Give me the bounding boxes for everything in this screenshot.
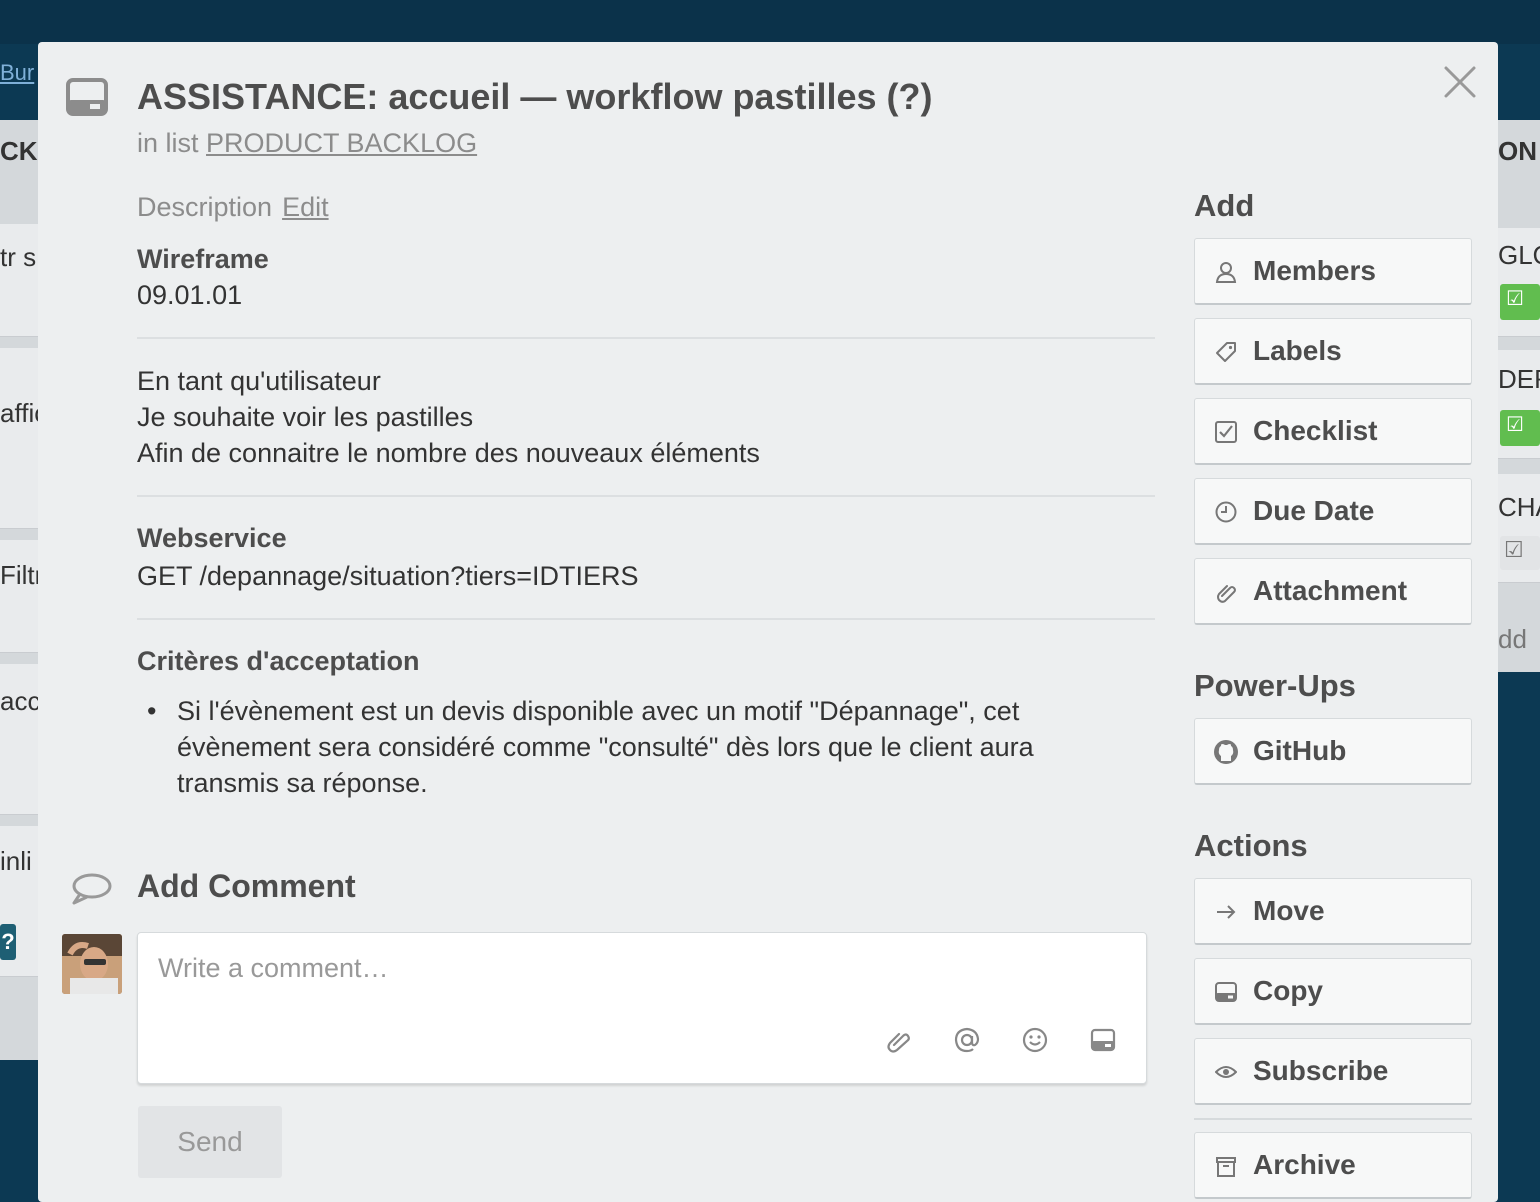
copy-label: Copy (1253, 975, 1323, 1006)
paperclip-icon (1217, 585, 1236, 603)
background-list-left-title: CKL (0, 136, 40, 166)
card-description: Description Edit Wireframe 09.01.01 En ta… (137, 192, 1155, 801)
add-comment-heading: Add Comment (137, 868, 356, 904)
labels-button[interactable]: Labels (1194, 318, 1472, 385)
checkbox-icon: ☑ (1506, 414, 1524, 436)
background-list-right-title: ON (1498, 136, 1537, 166)
story-line: Afin de connaitre le nombre des nouveaux… (137, 438, 760, 468)
story-line: Je souhaite voir les pastilles (137, 402, 474, 432)
tag-icon (1216, 342, 1236, 362)
checklist-label: Checklist (1253, 415, 1378, 446)
speech-bubble-icon (72, 873, 112, 905)
background-card-text: inli (0, 846, 32, 876)
checkbox-icon (1215, 421, 1237, 443)
clock-icon (1215, 501, 1237, 523)
subscribe-label: Subscribe (1253, 1055, 1389, 1086)
github-button[interactable]: GitHub (1194, 718, 1472, 785)
question-badge: ? (0, 924, 16, 960)
members-button[interactable]: Members (1194, 238, 1472, 305)
avatar[interactable] (62, 934, 122, 994)
actions-heading: Actions (1194, 828, 1308, 863)
divider (137, 495, 1155, 497)
criteria-line: Si l'évènement est un devis disponible a… (177, 696, 1020, 726)
divider (137, 337, 1155, 339)
card-icon (66, 78, 108, 116)
background-card-text: tr s (0, 242, 37, 272)
archive-icon (1216, 1157, 1236, 1177)
move-label: Move (1253, 895, 1325, 926)
checkbox-icon: ☑ (1504, 537, 1524, 562)
background-card[interactable]: affic (0, 348, 40, 529)
background-card-text: acc (0, 686, 40, 716)
divider (1194, 1118, 1472, 1120)
checklist-badge: ☑ (1500, 536, 1540, 570)
board-header (0, 0, 1540, 44)
background-card-text: CHA (1498, 492, 1540, 522)
person-icon (1215, 262, 1237, 283)
card-list-info: in list PRODUCT BACKLOG (137, 128, 477, 159)
close-icon[interactable] (1440, 62, 1480, 102)
archive-label: Archive (1253, 1149, 1356, 1180)
checklist-badge: ☑ (1500, 410, 1540, 446)
criteria-line: transmis sa réponse. (177, 768, 428, 798)
members-label: Members (1253, 255, 1376, 286)
labels-label: Labels (1253, 335, 1342, 366)
comment-composer[interactable]: Write a comment… (137, 932, 1147, 1084)
subscribe-button[interactable]: Subscribe (1194, 1038, 1472, 1105)
description-header: Description Edit (137, 192, 1155, 232)
background-card[interactable]: Filtr (0, 540, 40, 653)
wireframe-heading: Wireframe (137, 244, 269, 274)
github-icon (1214, 740, 1238, 764)
send-button[interactable]: Send (138, 1106, 282, 1178)
description-label: Description (137, 192, 273, 222)
copy-button[interactable]: Copy (1194, 958, 1472, 1025)
arrow-right-icon (1217, 905, 1236, 919)
card-icon[interactable] (1090, 1027, 1116, 1053)
checklist-badge: ☑ (1500, 284, 1540, 320)
wireframe-value: 09.01.01 (137, 280, 243, 310)
move-button[interactable]: Move (1194, 878, 1472, 945)
background-card-text: Filtr (0, 560, 40, 590)
archive-button[interactable]: Archive (1194, 1132, 1472, 1199)
attachment-button[interactable]: Attachment (1194, 558, 1472, 625)
webservice-heading: Webservice (137, 523, 287, 553)
criteria-heading: Critères d'acceptation (137, 646, 420, 676)
card-icon (1215, 982, 1237, 1002)
background-card[interactable]: acc (0, 664, 40, 815)
background-card-text: DER (1498, 364, 1540, 394)
criteria-list-item: • Si l'évènement est un devis disponible… (137, 693, 1155, 801)
edit-description-link[interactable]: Edit (282, 192, 329, 222)
eye-icon (1215, 1066, 1237, 1078)
github-label: GitHub (1253, 735, 1347, 766)
background-card[interactable]: GLO (1498, 228, 1540, 337)
power-ups-heading: Power-Ups (1194, 668, 1356, 703)
emoji-icon[interactable] (1022, 1027, 1048, 1053)
background-card-text: affic (0, 398, 40, 428)
background-card-text: GLO (1498, 240, 1540, 270)
webservice-value: GET /depannage/situation?tiers=IDTIERS (137, 561, 639, 591)
comment-input[interactable]: Write a comment… (158, 953, 389, 984)
bullet-icon: • (147, 696, 157, 726)
story-line: En tant qu'utilisateur (137, 366, 381, 396)
add-heading: Add (1194, 188, 1255, 223)
due-date-label: Due Date (1253, 495, 1375, 526)
due-date-button[interactable]: Due Date (1194, 478, 1472, 545)
criteria-line: évènement sera considéré comme "consulté… (177, 732, 1034, 762)
checklist-button[interactable]: Checklist (1194, 398, 1472, 465)
background-card[interactable]: tr s (0, 224, 40, 337)
card-detail-modal: ASSISTANCE: accueil — workflow pastilles… (38, 42, 1498, 1202)
list-name-link[interactable]: PRODUCT BACKLOG (206, 128, 477, 158)
mention-icon[interactable] (954, 1027, 980, 1053)
checkbox-icon: ☑ (1506, 288, 1524, 310)
divider (137, 618, 1155, 620)
in-list-prefix: in list (137, 128, 199, 158)
background-add-card[interactable]: dd (1498, 624, 1540, 655)
board-breadcrumb-link[interactable]: Bur (0, 60, 34, 86)
attachment-icon[interactable] (886, 1027, 912, 1053)
user-photo (62, 934, 122, 994)
attachment-label: Attachment (1253, 575, 1408, 606)
card-title[interactable]: ASSISTANCE: accueil — workflow pastilles… (137, 76, 932, 118)
